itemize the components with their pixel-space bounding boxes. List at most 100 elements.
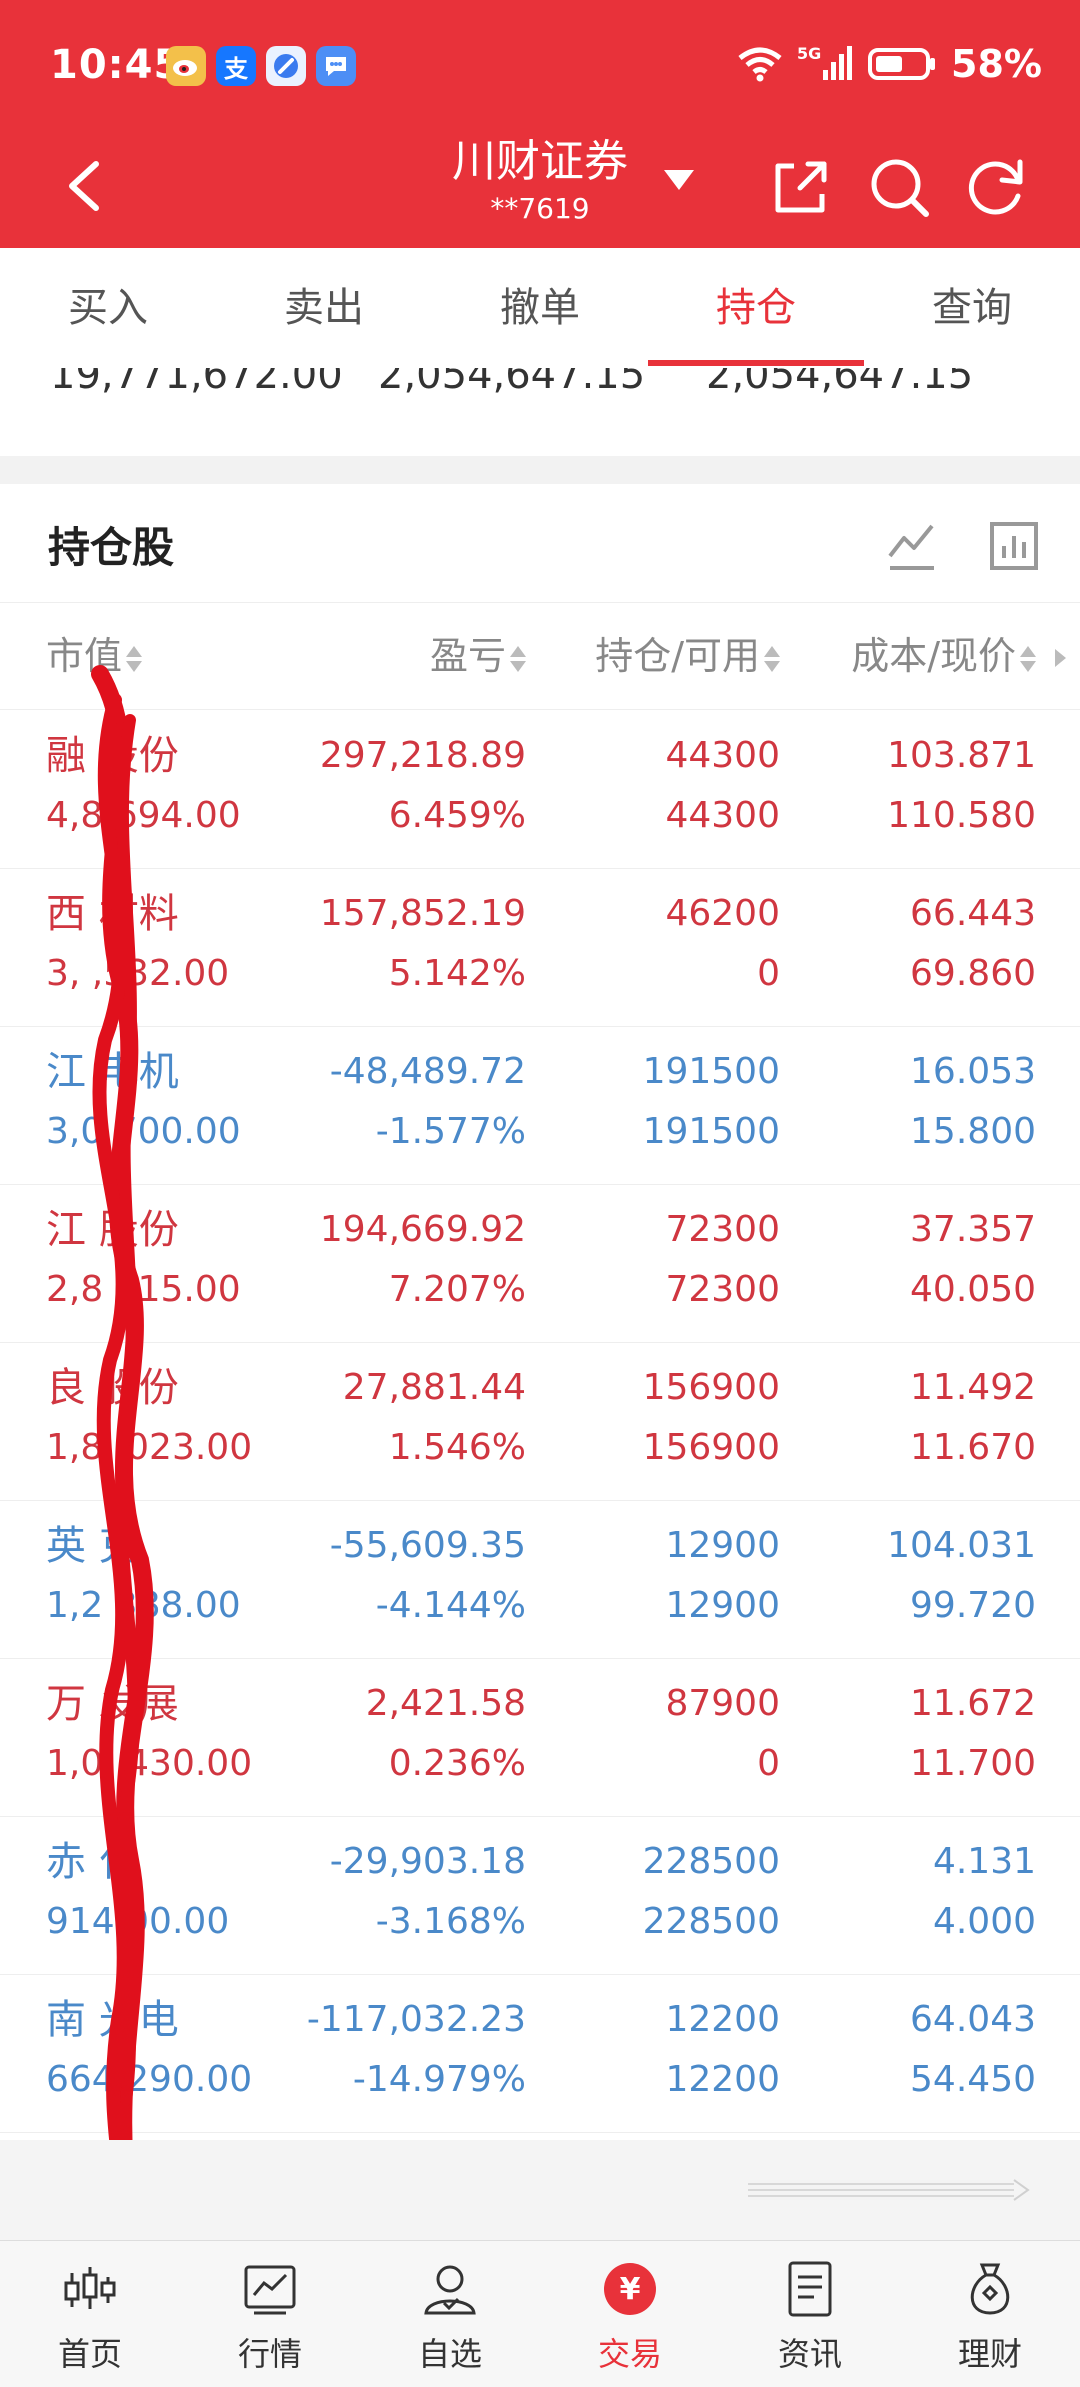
nav-watchlist[interactable]: 自选 bbox=[360, 2241, 540, 2387]
cost-price: 66.443 bbox=[910, 893, 1036, 934]
bar-chart-icon[interactable] bbox=[988, 520, 1040, 572]
col-position[interactable]: 持仓/可用 bbox=[595, 603, 780, 709]
search-icon[interactable] bbox=[864, 152, 934, 222]
summary-value-3: 2,054,647.15 bbox=[706, 368, 974, 398]
market-value: 1,0 ,430.00 bbox=[46, 1743, 253, 1784]
pnl-amount: 157,852.19 bbox=[319, 893, 526, 934]
pnl-amount: 2,421.58 bbox=[365, 1683, 526, 1724]
wifi-icon bbox=[738, 47, 782, 82]
pnl-percent: -3.168% bbox=[375, 1901, 526, 1942]
table-row[interactable]: 江 电机 3,0 700.00 -48,489.72 -1.577% 191500 191… bbox=[0, 1026, 1080, 1185]
available-qty: 12900 bbox=[665, 1585, 780, 1626]
tab-query[interactable]: 查询 bbox=[882, 248, 1062, 368]
sort-icon bbox=[1020, 644, 1036, 674]
col-cost-price[interactable]: 成本/现价 bbox=[851, 603, 1036, 709]
nav-market[interactable]: 行情 bbox=[180, 2241, 360, 2387]
pnl-percent: -4.144% bbox=[375, 1585, 526, 1626]
position-qty: 228500 bbox=[642, 1841, 780, 1882]
col-label: 市值 bbox=[46, 634, 123, 678]
available-qty: 0 bbox=[757, 953, 780, 994]
tab-buy[interactable]: 买入 bbox=[18, 248, 198, 368]
stock-name: 良 股份 bbox=[46, 1365, 179, 1411]
table-row[interactable]: 西 材料 3, ,532.00 157,852.19 5.142% 46200 0 66.4… bbox=[0, 868, 1080, 1027]
nav-wealth[interactable]: 理财 bbox=[900, 2241, 1080, 2387]
account-dropdown-icon[interactable] bbox=[662, 168, 696, 192]
person-icon bbox=[424, 2265, 476, 2315]
scroll-right-icon[interactable] bbox=[1055, 649, 1066, 667]
weibo-icon bbox=[166, 46, 206, 86]
pnl-percent: 0.236% bbox=[388, 1743, 526, 1784]
cellular-icon: 5G bbox=[797, 44, 853, 84]
trade-tabs: 买入 卖出 撤单 持仓 查询 bbox=[0, 248, 1080, 369]
available-qty: 72300 bbox=[665, 1269, 780, 1310]
active-tab-indicator bbox=[648, 360, 864, 366]
col-market-value[interactable]: 市值 bbox=[46, 603, 143, 709]
share-icon[interactable] bbox=[766, 152, 836, 222]
pnl-percent: 1.546% bbox=[388, 1427, 526, 1468]
position-qty: 44300 bbox=[665, 735, 780, 776]
holdings-title: 持仓股 bbox=[48, 523, 175, 572]
position-qty: 87900 bbox=[665, 1683, 780, 1724]
tab-cancel-order[interactable]: 撤单 bbox=[450, 248, 630, 368]
nav-trade[interactable]: ¥ 交易 bbox=[540, 2241, 720, 2387]
stock-name: 万 发展 bbox=[46, 1681, 179, 1727]
yuan-icon: ¥ bbox=[604, 2263, 656, 2315]
message-icon bbox=[316, 46, 356, 86]
current-price: 15.800 bbox=[910, 1111, 1036, 1152]
pnl-amount: 297,218.89 bbox=[319, 735, 526, 776]
col-pnl[interactable]: 盈亏 bbox=[430, 603, 526, 709]
current-price: 11.670 bbox=[910, 1427, 1036, 1468]
tab-positions[interactable]: 持仓 bbox=[666, 248, 846, 368]
holdings-tools bbox=[886, 520, 1040, 572]
asset-summary: 19,771,672.00 2,054,647.15 2,054,647.15 bbox=[0, 368, 1080, 456]
table-row[interactable]: 南 光电 664 290.00 -117,032.23 -14.979% 12200 12… bbox=[0, 1974, 1080, 2133]
current-price: 69.860 bbox=[910, 953, 1036, 994]
market-value: 2,8 615.00 bbox=[46, 1269, 241, 1310]
bottom-navigation: 首页 行情 自选 ¥ 交易 资讯 理财 bbox=[0, 2240, 1080, 2387]
tab-sell[interactable]: 卖出 bbox=[234, 248, 414, 368]
table-row[interactable]: 赤 化 914 00.00 -29,903.18 -3.168% 228500 22850… bbox=[0, 1816, 1080, 1975]
pnl-percent: 7.207% bbox=[388, 1269, 526, 1310]
pnl-amount: -29,903.18 bbox=[329, 1841, 526, 1882]
table-row[interactable]: 英 克 1,2 388.00 -55,609.35 -4.144% 12900 12900… bbox=[0, 1500, 1080, 1659]
market-value: 1,2 388.00 bbox=[46, 1585, 241, 1626]
browser-icon bbox=[266, 46, 306, 86]
nav-home[interactable]: 首页 bbox=[0, 2241, 180, 2387]
pnl-amount: 27,881.44 bbox=[342, 1367, 526, 1408]
sort-icon bbox=[764, 644, 780, 674]
cost-price: 64.043 bbox=[910, 1999, 1036, 2040]
market-value: 3, ,532.00 bbox=[46, 953, 230, 994]
nav-label: 资讯 bbox=[777, 2335, 842, 2373]
cost-price: 104.031 bbox=[887, 1525, 1036, 1566]
yuan-glyph: ¥ bbox=[620, 2272, 641, 2307]
nav-news[interactable]: 资讯 bbox=[720, 2241, 900, 2387]
table-row[interactable]: 万 发展 1,0 ,430.00 2,421.58 0.236% 87900 0 11.67… bbox=[0, 1658, 1080, 1817]
status-time: 10:45 bbox=[50, 42, 183, 88]
position-qty: 156900 bbox=[642, 1367, 780, 1408]
moneybag-icon bbox=[970, 2263, 1010, 2315]
pnl-percent: -14.979% bbox=[352, 2059, 526, 2100]
horizontal-scroll-hint bbox=[0, 2140, 1080, 2240]
table-row[interactable]: 融 股份 4,8 694.00 297,218.89 6.459% 44300 44300… bbox=[0, 710, 1080, 869]
sort-icon bbox=[126, 644, 143, 674]
refresh-icon[interactable] bbox=[962, 152, 1032, 222]
table-row[interactable]: 良 股份 1,8 ,023.00 27,881.44 1.546% 156900 1569… bbox=[0, 1342, 1080, 1501]
holdings-panel: 持仓股 市值 盈亏 持仓/可用 成本/现价 融 股份 4,8 694.00 297,… bbox=[0, 484, 1080, 2140]
trend-chart-icon[interactable] bbox=[886, 520, 938, 572]
stock-name: 赤 化 bbox=[46, 1839, 139, 1885]
available-qty: 44300 bbox=[665, 795, 780, 836]
available-qty: 191500 bbox=[642, 1111, 780, 1152]
table-row[interactable]: 江 股份 2,8 615.00 194,669.92 7.207% 72300 72300… bbox=[0, 1184, 1080, 1343]
available-qty: 228500 bbox=[642, 1901, 780, 1942]
stock-name: 英 克 bbox=[46, 1523, 139, 1569]
cost-price: 103.871 bbox=[887, 735, 1036, 776]
current-price: 99.720 bbox=[910, 1585, 1036, 1626]
pnl-percent: 6.459% bbox=[388, 795, 526, 836]
current-price: 11.700 bbox=[910, 1743, 1036, 1784]
position-qty: 12900 bbox=[665, 1525, 780, 1566]
position-qty: 72300 bbox=[665, 1209, 780, 1250]
col-label: 成本/现价 bbox=[851, 634, 1016, 678]
document-icon bbox=[788, 2261, 832, 2317]
available-qty: 0 bbox=[757, 1743, 780, 1784]
holdings-column-headers: 市值 盈亏 持仓/可用 成本/现价 bbox=[0, 602, 1080, 710]
